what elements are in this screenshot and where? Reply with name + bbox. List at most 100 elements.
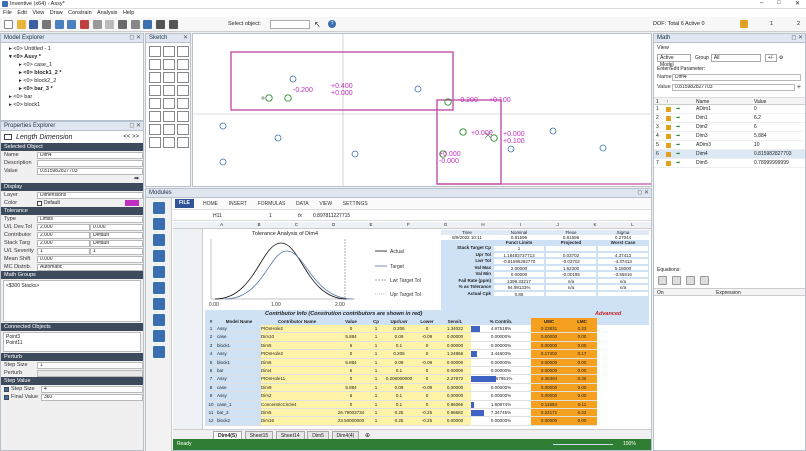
module-chart-icon[interactable] [152, 218, 165, 230]
table-cell[interactable]: 0.00000% [471, 358, 531, 367]
close-icon[interactable]: ✕ [795, 0, 800, 7]
save-icon[interactable] [29, 20, 39, 29]
canvas-dim-label[interactable]: -0.200 [293, 87, 313, 94]
table-row[interactable]: 1 Assy PtOnHole2 0 1 0.206 0 1.34022 4.97518% 0.2… [205, 325, 649, 334]
step-size-field[interactable]: 1 [37, 361, 143, 369]
ribbon-settings-tab[interactable]: SETTINGS [343, 201, 368, 207]
contrib-header[interactable]: Cp [369, 318, 383, 325]
group-settings-icon[interactable]: ⚙ [779, 55, 783, 61]
param-row[interactable]: 4 ➡ Dim3 5.884 [654, 132, 805, 141]
select-object-input[interactable] [270, 20, 310, 29]
table-cell[interactable]: case_1 [217, 400, 261, 409]
constraint-tool-icon[interactable] [163, 111, 175, 122]
panel-close-icon[interactable]: ◻ ✕ [637, 189, 649, 198]
mean-shift-field[interactable]: 0.000 [37, 255, 143, 263]
param-value-field[interactable]: 0.815982827703 [672, 83, 795, 91]
table-cell[interactable]: 23.50000000 [333, 417, 369, 426]
table-cell[interactable]: 0 [415, 392, 439, 401]
table-row[interactable]: 7 Assy PtOnHole11 0 1 0.206000000 0 2.27872 13.6… [205, 375, 649, 384]
table-cell[interactable]: 10 [205, 400, 217, 409]
column-header[interactable]: G [427, 222, 464, 227]
table-cell[interactable]: 9 [205, 392, 217, 401]
ribbon-insert-tab[interactable]: INSERT [229, 201, 247, 207]
table-cell[interactable]: 0.00000 [531, 383, 567, 393]
table-cell[interactable]: 0 [333, 400, 369, 409]
type-select[interactable]: Limits [37, 215, 143, 223]
table-cell[interactable]: bar_3 [217, 408, 261, 418]
table-cell[interactable]: 0.00000 [439, 417, 471, 426]
pointer-icon[interactable]: ↖ [314, 20, 321, 29]
value-field[interactable]: 0.815982827703 [37, 167, 143, 175]
lock-icon[interactable] [666, 125, 671, 130]
canvas-dim-label[interactable]: +0.000 [331, 90, 353, 97]
final-value-checkbox[interactable] [4, 394, 9, 400]
table-cell[interactable]: -0.09 [415, 333, 439, 342]
undo-icon[interactable] [54, 20, 64, 29]
table-cell[interactable]: 0.00000% [471, 392, 531, 401]
contrib-header[interactable]: Sensit. [439, 318, 471, 325]
table-cell[interactable]: 0.1 [383, 366, 415, 376]
module-extra-icon[interactable] [152, 330, 165, 342]
canvas-dim-label[interactable]: +0.000 [503, 131, 525, 138]
table-cell[interactable]: 0.00000 [439, 358, 471, 367]
table-cell[interactable]: Dim16 [261, 417, 333, 426]
contrib-header[interactable]: # [205, 318, 217, 325]
table-cell[interactable]: 1 [369, 366, 383, 376]
table-cell[interactable]: 0.09 [383, 358, 415, 367]
table-cell[interactable]: -0.25 [415, 417, 439, 426]
crosshair-tool-icon[interactable] [163, 46, 175, 57]
table-cell[interactable]: 5.884 [333, 383, 369, 393]
table-cell[interactable]: 6 [333, 366, 369, 376]
table-cell[interactable]: 7.34745% [471, 408, 531, 418]
table-cell[interactable]: 0.00000 [531, 392, 567, 401]
ribbon-formulas-tab[interactable]: FORMULAS [258, 201, 286, 207]
table-cell[interactable]: 1 [369, 400, 383, 409]
text-tool-icon[interactable] [163, 85, 175, 96]
table-cell[interactable]: 1 [369, 375, 383, 384]
param-value[interactable]: 6 [754, 123, 757, 132]
line-tool-icon[interactable] [177, 46, 189, 57]
table-cell[interactable]: block1 [217, 358, 261, 367]
menu-constrain[interactable]: Constrain [68, 10, 92, 16]
table-cell[interactable]: 5.884 [333, 358, 369, 367]
param-value[interactable]: 0.78999999999 [754, 159, 789, 168]
table-cell[interactable]: 1.24866 [439, 350, 471, 359]
table-cell[interactable]: 0.00 [567, 333, 597, 342]
spline-tool-icon[interactable] [163, 72, 175, 83]
table-cell[interactable]: Dim5 [261, 341, 333, 351]
table-cell[interactable]: 0.00 [567, 358, 597, 367]
fix-tool-icon[interactable] [149, 124, 161, 135]
table-cell[interactable]: 1 [369, 408, 383, 418]
tree-item[interactable]: ▸ <0> bar [5, 93, 143, 101]
table-cell[interactable]: 0.00 [567, 392, 597, 401]
table-cell[interactable]: 0.00000 [531, 366, 567, 376]
table-cell[interactable]: 0 [415, 350, 439, 359]
menu-file[interactable]: File [3, 10, 12, 16]
table-cell[interactable]: Dim5 [261, 408, 333, 418]
contrib-header[interactable]: Model Name [217, 318, 261, 325]
arc-tool-icon[interactable] [177, 59, 189, 70]
table-cell[interactable]: 0.22171 [531, 408, 567, 418]
contrib-header[interactable]: % Contrib. [471, 318, 531, 325]
param-row[interactable]: 5 ➡ ADim3 10 [654, 141, 805, 150]
param-value[interactable]: 6.2 [754, 114, 761, 123]
table-cell[interactable]: 0.1 [383, 400, 415, 409]
sheet-tab[interactable]: Sheet14 [275, 431, 305, 439]
maximize-icon[interactable]: □ [777, 0, 781, 6]
nav-arrows-icon[interactable]: << >> [123, 134, 139, 140]
group-select[interactable]: All [710, 54, 761, 62]
table-cell[interactable]: 0.00000% [471, 366, 531, 376]
array-tool-icon[interactable] [163, 137, 175, 148]
table-cell[interactable]: 0.00000% [471, 383, 531, 393]
lock-icon[interactable] [666, 152, 671, 157]
table-cell[interactable]: 4 [205, 350, 217, 359]
table-cell[interactable]: 0.00000% [471, 341, 531, 351]
ribbon-file-tab[interactable]: FILE [175, 199, 194, 208]
table-cell[interactable]: case [217, 383, 261, 393]
arrow-icon[interactable]: ➡ [676, 159, 680, 168]
table-cell[interactable]: Assy [217, 325, 261, 334]
table-cell[interactable]: 0.00000 [531, 341, 567, 351]
eq-check-icon[interactable] [686, 276, 695, 285]
menu-draw[interactable]: Draw [50, 10, 63, 16]
table-cell[interactable]: Assy [217, 375, 261, 384]
